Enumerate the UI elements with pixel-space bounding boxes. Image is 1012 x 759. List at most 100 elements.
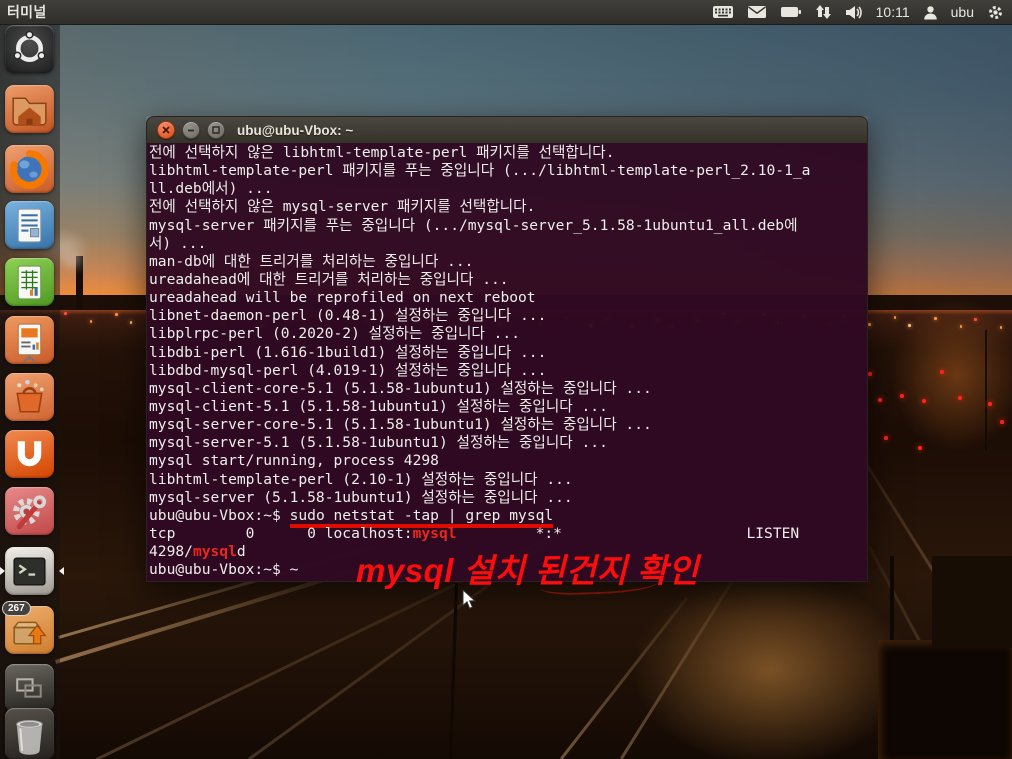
panel-indicators: 10:11 ubu: [712, 4, 1004, 21]
wallpaper-smoke: [58, 248, 88, 274]
terminal-line: ureadahead에 대한 트리거를 처리하는 중입니다 ...: [149, 271, 867, 289]
wallpaper-pole: [985, 330, 987, 450]
light-dot: [868, 372, 872, 376]
terminal-line: ureadahead will be reprofiled on next re…: [149, 289, 867, 307]
light-dot: [1000, 420, 1004, 424]
terminal-line: mysql-server-5.1 (5.1.58-1ubuntu1) 설정하는 …: [149, 434, 867, 452]
clock[interactable]: 10:11: [876, 4, 910, 20]
user-icon[interactable]: [923, 5, 938, 20]
light-dot: [988, 402, 992, 406]
writer-icon: [5, 201, 54, 250]
top-panel: 터미널 10:11 ubu: [0, 0, 1012, 25]
launcher-item-update-manager[interactable]: 267: [5, 606, 54, 654]
battery-icon[interactable]: [780, 4, 802, 20]
desktop: 터미널 10:11 ubu: [0, 0, 1012, 759]
trash-icon: [5, 708, 54, 759]
software-center-icon: [5, 373, 54, 422]
launcher-item-dash-home[interactable]: [5, 25, 54, 73]
running-indicator-arrow: [0, 567, 9, 575]
minimize-button[interactable]: [182, 121, 200, 139]
terminal-line: man-db에 대한 트리거를 처리하는 중입니다 ...: [149, 253, 867, 271]
launcher-item-libreoffice-calc[interactable]: [5, 258, 54, 306]
impress-icon: [5, 316, 54, 365]
terminal-line: ubu@ubu-Vbox:~$ sudo netstat -tap | grep…: [149, 507, 867, 525]
light-dot: [940, 370, 944, 374]
launcher-item-libreoffice-writer[interactable]: [5, 201, 54, 249]
light-dot: [64, 312, 67, 315]
window-title: ubu@ubu-Vbox: ~: [237, 123, 353, 138]
active-app-title: 터미널: [7, 2, 47, 22]
terminal-line: tcp 0 0 localhost:mysql *:* LISTEN: [149, 525, 867, 543]
light-dot: [974, 318, 977, 321]
light-dot: [908, 324, 911, 327]
launcher-item-software-center[interactable]: [5, 373, 54, 421]
light-dot: [934, 317, 937, 320]
maximize-button[interactable]: [207, 121, 225, 139]
network-icon[interactable]: [815, 4, 832, 20]
launcher-item-home-folder[interactable]: [5, 85, 54, 133]
titlebar[interactable]: ubu@ubu-Vbox: ~: [146, 116, 868, 143]
light-dot: [90, 320, 93, 323]
terminal-line: libhtml-template-perl (2.10-1) 설정하는 중입니다…: [149, 471, 867, 489]
launcher-item-ubuntu-one[interactable]: [5, 430, 54, 478]
terminal-line: 서) ...: [149, 235, 867, 253]
wallpaper-glow-patch: [892, 300, 1012, 450]
light-dot: [868, 323, 871, 326]
terminal-line: mysql-server-core-5.1 (5.1.58-1ubuntu1) …: [149, 416, 867, 434]
launcher-item-trash[interactable]: [5, 708, 54, 759]
light-dot: [960, 325, 963, 328]
terminal-line: mysql start/running, process 4298: [149, 452, 867, 470]
light-dot: [130, 321, 133, 324]
terminal-line: libdbi-perl (1.616-1build1) 설정하는 중입니다 ..…: [149, 344, 867, 362]
mouse-cursor: [462, 589, 476, 610]
terminal-line: mysql-server 패키지를 푸는 중입니다 (.../mysql-ser…: [149, 217, 867, 235]
terminal-line: mysql-server (5.1.58-1ubuntu1) 설정하는 중입니다…: [149, 489, 867, 507]
light-dot: [878, 398, 882, 402]
launcher-item-libreoffice-impress[interactable]: [5, 316, 54, 364]
firefox-icon: [5, 145, 54, 194]
light-dot: [894, 316, 897, 319]
terminal-line: libhtml-template-perl 패키지를 푸는 중입니다 (.../…: [149, 162, 867, 180]
terminal-line: mysql-client-5.1 (5.1.58-1ubuntu1) 설정하는 …: [149, 398, 867, 416]
light-dot: [115, 313, 118, 316]
calc-icon: [5, 258, 54, 307]
launcher-item-terminal[interactable]: [5, 547, 54, 595]
grep-match: mysql: [413, 525, 457, 542]
terminal-line: ll.deb에서) ...: [149, 180, 867, 198]
terminal-line: libdbd-mysql-perl (4.019-1) 설정하는 중입니다 ..…: [149, 362, 867, 380]
light-dot: [884, 436, 888, 440]
wallpaper-building-silhouette: [932, 556, 1012, 648]
minimize-icon: [183, 122, 199, 138]
keyboard-icon[interactable]: [712, 4, 734, 20]
light-dot: [958, 396, 962, 400]
annotation-text: mysql 설치 된건지 확인: [356, 544, 699, 592]
launcher: 267: [0, 24, 60, 759]
close-icon: [158, 122, 174, 138]
terminal-body[interactable]: 전에 선택하지 않은 libhtml-template-perl 패키지를 선택…: [146, 143, 868, 582]
home-folder-icon: [5, 85, 54, 134]
close-button[interactable]: [157, 121, 175, 139]
update-count-badge: 267: [2, 601, 31, 616]
terminal-line: libnet-daemon-perl (0.48-1) 설정하는 중입니다 ..…: [149, 307, 867, 325]
launcher-item-workspace-switcher[interactable]: [5, 664, 54, 712]
terminal-line: 전에 선택하지 않은 libhtml-template-perl 패키지를 선택…: [149, 144, 867, 162]
mail-icon[interactable]: [747, 4, 767, 20]
maximize-icon: [208, 122, 224, 138]
grep-match: mysql: [193, 543, 237, 560]
workspace-switcher-icon: [5, 664, 54, 713]
dash-home-icon: [5, 25, 54, 74]
terminal-line: libplrpc-perl (0.2020-2) 설정하는 중입니다 ...: [149, 325, 867, 343]
light-dot: [900, 394, 904, 398]
settings-gear-wrench-icon: [5, 487, 54, 536]
terminal-window: ubu@ubu-Vbox: ~ 전에 선택하지 않은 libhtml-templ…: [146, 116, 868, 582]
launcher-item-system-settings[interactable]: [5, 487, 54, 535]
session-gear-icon[interactable]: [987, 4, 1004, 21]
focused-indicator-arrow: [55, 567, 64, 575]
light-dot: [922, 399, 926, 403]
username[interactable]: ubu: [951, 4, 974, 20]
launcher-item-firefox[interactable]: [5, 145, 54, 193]
volume-icon[interactable]: [845, 4, 863, 20]
terminal-line: 전에 선택하지 않은 mysql-server 패키지를 선택합니다.: [149, 198, 867, 216]
terminal-icon: [5, 547, 54, 596]
terminal-line: mysql-client-core-5.1 (5.1.58-1ubuntu1) …: [149, 380, 867, 398]
